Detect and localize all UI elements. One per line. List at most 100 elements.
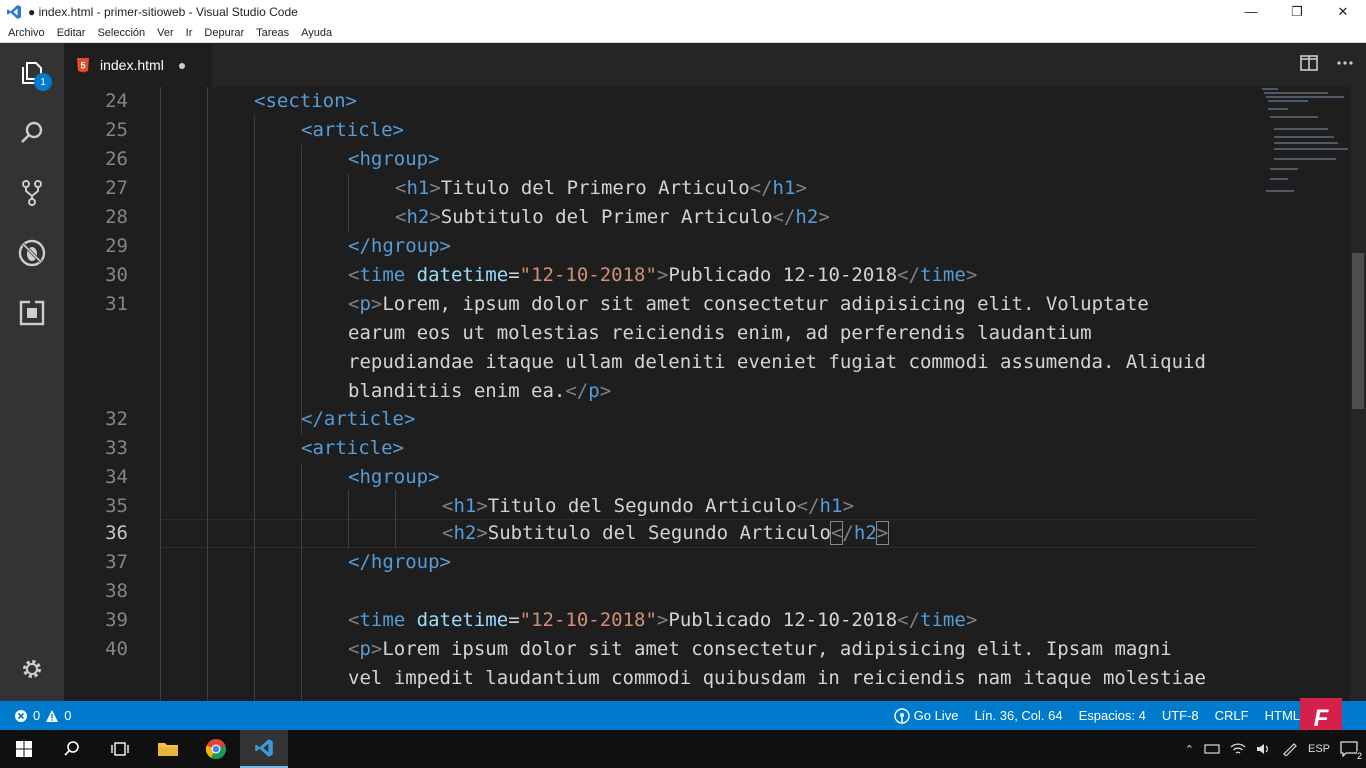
attribute: datetime [416, 264, 509, 286]
paragraph-text: earum eos ut molestias reiciendis enim, … [348, 322, 1092, 344]
debug-button[interactable] [12, 233, 52, 273]
vscode-logo-icon [7, 4, 21, 19]
code-line-31-wrap: blanditiis enim ea.</p> [348, 380, 612, 402]
explorer-button[interactable]: 1 [12, 53, 52, 93]
start-button[interactable] [0, 730, 48, 768]
line-number: 35 [105, 495, 128, 517]
volume-icon[interactable] [1256, 742, 1272, 756]
line-number: 28 [105, 206, 128, 228]
time-text: Publicado 12-10-2018 [668, 609, 898, 631]
tab-actions [1300, 55, 1354, 71]
menu-ayuda[interactable]: Ayuda [301, 27, 332, 39]
minimize-button[interactable]: — [1228, 0, 1274, 23]
maximize-button[interactable]: ❐ [1274, 0, 1320, 23]
line-number: 29 [105, 235, 128, 257]
error-icon [15, 709, 27, 722]
menu-tareas[interactable]: Tareas [256, 27, 289, 39]
explorer-badge: 1 [34, 73, 52, 91]
chevron-up-icon[interactable]: ⌃ [1185, 743, 1194, 756]
svg-text:5: 5 [80, 61, 85, 71]
tag: </hgroup> [348, 235, 451, 257]
search-button[interactable] [12, 113, 52, 153]
vscode-taskbar-button[interactable] [240, 730, 288, 768]
source-control-icon [22, 180, 42, 206]
extensions-button[interactable] [12, 293, 52, 333]
settings-button[interactable] [12, 649, 52, 689]
unsaved-dot-icon[interactable]: ● [178, 57, 186, 73]
status-bar-right: Go Live Lín. 36, Col. 64 Espacios: 4 UTF… [893, 707, 1300, 724]
indent-guide [348, 174, 349, 232]
title-bar: ● index.html - primer-sitioweb - Visual … [0, 0, 1366, 23]
minimap[interactable] [1258, 87, 1348, 207]
wifi-icon[interactable] [1230, 742, 1246, 756]
heading-text: Subtitulo del Segundo Articulo [487, 522, 831, 544]
end-of-line[interactable]: CRLF [1215, 708, 1249, 723]
menu-ver[interactable]: Ver [157, 27, 174, 39]
input-language[interactable]: ESP [1308, 743, 1330, 755]
code-editor[interactable]: 24 25 26 27 28 29 30 31 32 33 34 35 36 3… [64, 87, 1366, 701]
notifications-button[interactable]: 2 [1340, 741, 1362, 761]
broadcast-icon [893, 707, 910, 724]
vertical-scrollbar[interactable] [1350, 87, 1366, 701]
time-text: Publicado 12-10-2018 [668, 264, 898, 286]
task-view-button[interactable] [96, 730, 144, 768]
network-icon[interactable] [1204, 743, 1220, 755]
scrollbar-thumb[interactable] [1352, 253, 1364, 409]
encoding[interactable]: UTF-8 [1162, 708, 1199, 723]
menu-depurar[interactable]: Depurar [204, 27, 244, 39]
tag: h1 [453, 495, 477, 517]
indentation[interactable]: Espacios: 4 [1079, 708, 1146, 723]
html5-icon: 5 [76, 57, 90, 73]
tab-label: index.html [100, 57, 164, 73]
indent-guide [395, 490, 396, 548]
code-line-27: <h1>Titulo del Primero Articulo</h1> [395, 177, 807, 199]
line-number: 39 [105, 609, 128, 631]
indent-guide [207, 87, 208, 701]
window-title: ● index.html - primer-sitioweb - Visual … [28, 4, 298, 19]
pen-icon[interactable] [1282, 742, 1298, 756]
code-line-29: </hgroup> [348, 232, 451, 261]
line-number: 32 [105, 408, 128, 430]
menu-seleccion[interactable]: Selección [97, 27, 145, 39]
task-view-icon [111, 742, 129, 756]
line-number: 30 [105, 264, 128, 286]
problems-indicator[interactable]: 0 0 [0, 708, 71, 723]
menu-ir[interactable]: Ir [186, 27, 193, 39]
warning-count: 0 [64, 708, 72, 723]
indent-guide [160, 87, 161, 701]
tag: h2 [406, 206, 430, 228]
tab-index-html[interactable]: 5 index.html ● [64, 43, 212, 87]
menu-bar: Archivo Editar Selección Ver Ir Depurar … [0, 23, 1366, 43]
close-button[interactable]: ✕ [1320, 0, 1366, 23]
search-icon [64, 741, 79, 756]
taskbar-search-button[interactable] [48, 730, 96, 768]
tag: </hgroup> [348, 551, 451, 573]
language-mode[interactable]: HTML [1265, 708, 1300, 723]
source-control-button[interactable] [12, 173, 52, 213]
file-explorer-icon [158, 743, 178, 756]
indent-guide [301, 145, 302, 434]
go-live-button[interactable]: Go Live [893, 707, 959, 724]
code-line-34: <hgroup> [348, 463, 440, 492]
windows-taskbar: ⌃ ESP 2 [0, 730, 1366, 768]
tag: h1 [819, 495, 843, 517]
menu-editar[interactable]: Editar [57, 27, 86, 39]
tag: <section> [254, 90, 357, 112]
heading-text: Subtitulo del Primer Articulo [440, 206, 773, 228]
paragraph-text: vel impedit laudantium commodi quibusdam… [348, 667, 1206, 689]
code-line-39: <time datetime="12-10-2018">Publicado 12… [348, 609, 978, 631]
code-line-25: <article> [301, 116, 404, 145]
more-actions-icon[interactable] [1336, 55, 1354, 71]
cursor-position[interactable]: Lín. 36, Col. 64 [974, 708, 1062, 723]
vscode-icon [255, 739, 273, 757]
split-editor-icon[interactable] [1300, 55, 1318, 71]
paragraph-text: blanditiis enim ea. [348, 380, 566, 402]
go-live-label: Go Live [913, 708, 959, 723]
windows-start-icon [16, 741, 32, 757]
line-number-current: 36 [105, 522, 128, 544]
tag: <article> [301, 437, 404, 459]
menu-archivo[interactable]: Archivo [8, 27, 45, 39]
file-explorer-button[interactable] [144, 730, 192, 768]
line-number: 31 [105, 293, 128, 315]
chrome-button[interactable] [192, 730, 240, 768]
